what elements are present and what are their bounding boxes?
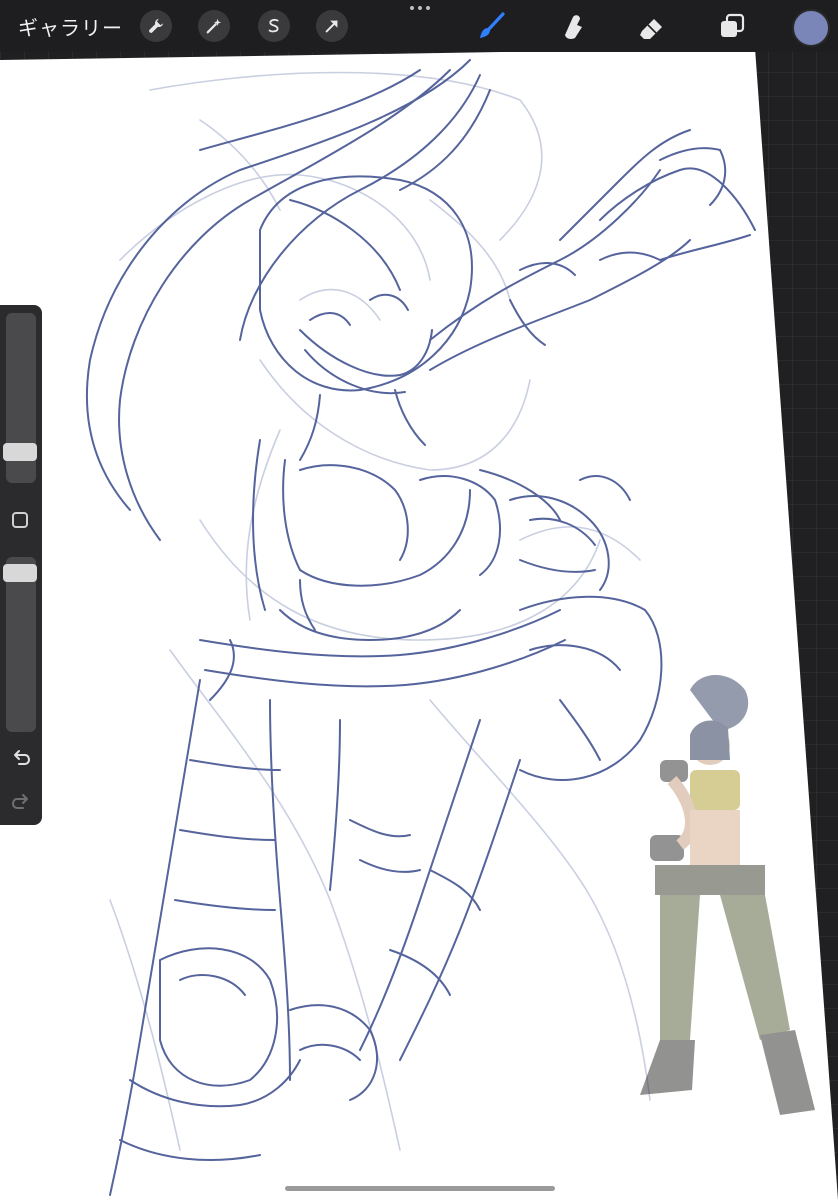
home-indicator[interactable] bbox=[285, 1186, 555, 1191]
left-sidebar bbox=[0, 305, 42, 825]
undo-icon[interactable] bbox=[10, 747, 32, 769]
opacity-thumb[interactable] bbox=[3, 564, 37, 582]
brush-size-thumb[interactable] bbox=[3, 443, 37, 461]
top-toolbar: ギャラリー bbox=[0, 0, 838, 52]
drawing-canvas[interactable] bbox=[0, 0, 838, 1200]
eraser-icon[interactable] bbox=[634, 8, 670, 44]
selection-icon[interactable] bbox=[258, 10, 290, 42]
redo-icon[interactable] bbox=[10, 791, 32, 813]
wrench-icon[interactable] bbox=[140, 10, 172, 42]
opacity-slider[interactable] bbox=[6, 557, 36, 732]
gallery-button[interactable]: ギャラリー bbox=[18, 12, 123, 41]
layers-icon[interactable] bbox=[714, 8, 750, 44]
magic-wand-icon[interactable] bbox=[198, 10, 230, 42]
brush-icon[interactable] bbox=[474, 8, 510, 44]
transform-arrow-icon[interactable] bbox=[316, 10, 348, 42]
workspace-background: ギャラリー bbox=[0, 0, 838, 1200]
color-picker-swatch[interactable] bbox=[792, 9, 830, 47]
canvas-paper bbox=[0, 48, 838, 1200]
smudge-icon[interactable] bbox=[554, 8, 590, 44]
more-options-icon[interactable] bbox=[408, 2, 432, 14]
modify-square-icon[interactable] bbox=[12, 512, 28, 528]
